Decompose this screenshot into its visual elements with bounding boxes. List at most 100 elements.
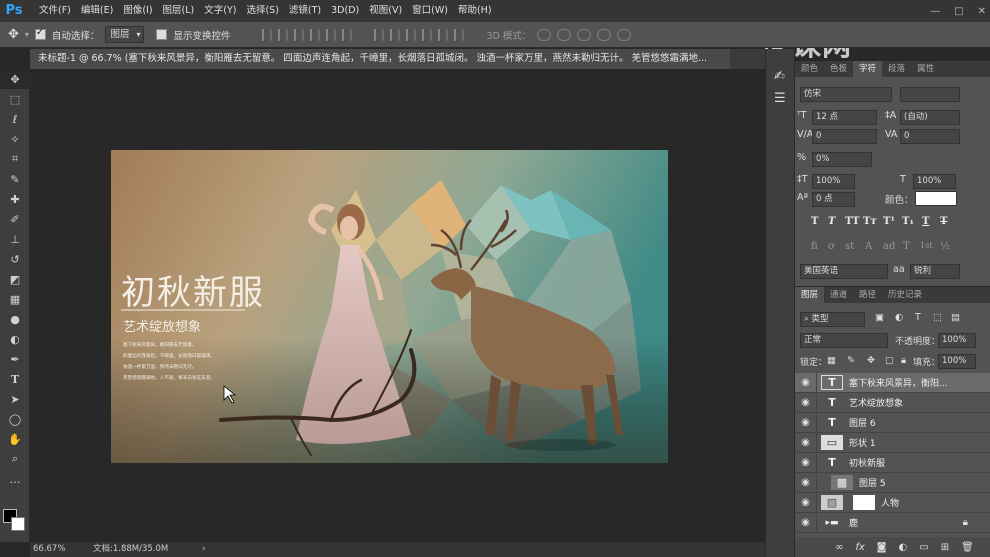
distribute-bottom-icon[interactable]: [406, 28, 417, 41]
menu-layer[interactable]: 图层(L): [158, 0, 200, 22]
brush-tool-icon[interactable]: ✐: [0, 209, 30, 229]
align-right-icon[interactable]: [342, 28, 353, 41]
tab-color[interactable]: 颜色: [795, 61, 824, 77]
visibility-eye-icon[interactable]: ◉: [795, 392, 817, 413]
hand-tool-icon[interactable]: ✋: [0, 429, 30, 449]
ordinals-button[interactable]: 1st: [920, 241, 932, 250]
dodge-tool-icon[interactable]: ◐: [0, 329, 30, 349]
tracking-field[interactable]: 0: [900, 129, 960, 144]
lock-image-icon[interactable]: ✎: [847, 355, 855, 366]
kerning-field[interactable]: 0: [812, 129, 877, 144]
pen-tool-icon[interactable]: ✒: [0, 349, 30, 369]
menu-image[interactable]: 图像(I): [118, 0, 157, 22]
menu-view[interactable]: 视图(V): [364, 0, 407, 22]
3d-roll-icon[interactable]: [557, 28, 572, 41]
tab-swatches[interactable]: 色板: [824, 61, 853, 77]
menu-select[interactable]: 选择(S): [241, 0, 283, 22]
visibility-eye-icon[interactable]: ◉: [795, 512, 817, 533]
lock-position-icon[interactable]: ✥: [867, 355, 875, 366]
3d-orbit-icon[interactable]: [537, 28, 552, 41]
3d-slide-icon[interactable]: [597, 28, 612, 41]
stylistic-alt-button[interactable]: A: [865, 241, 872, 252]
distribute-hcenter-icon[interactable]: [438, 28, 449, 41]
magic-wand-tool-icon[interactable]: ✧: [0, 129, 30, 149]
leading-field[interactable]: (自动): [900, 110, 960, 125]
underline-button[interactable]: T: [922, 216, 929, 227]
tab-paragraph[interactable]: 段落: [882, 61, 911, 77]
path-select-tool-icon[interactable]: ➤: [0, 389, 30, 409]
menu-help[interactable]: 帮助(H): [453, 0, 497, 22]
visibility-eye-icon[interactable]: ◉: [795, 412, 817, 433]
layer-row[interactable]: ◉ ▸▬ 鹿 🔒︎: [795, 512, 990, 533]
filter-shape-icon[interactable]: ⬚: [933, 312, 942, 323]
blend-mode-dropdown[interactable]: 正常: [800, 333, 888, 348]
titling-alt-button[interactable]: ad: [883, 241, 895, 252]
align-bottom-icon[interactable]: [294, 28, 305, 41]
align-top-icon[interactable]: [262, 28, 273, 41]
adjustment-icon[interactable]: ◐: [899, 542, 908, 553]
tab-channels[interactable]: 通道: [824, 287, 853, 303]
layer-row[interactable]: ◉ T 塞下秋来风景异，衡阳...: [795, 372, 990, 393]
tab-layers[interactable]: 图层: [795, 287, 825, 303]
layer-filter-dropdown[interactable]: ⌕ 类型: [800, 312, 865, 327]
new-layer-icon[interactable]: ⊞: [941, 542, 949, 553]
filter-pixel-icon[interactable]: ▣: [875, 312, 884, 323]
tab-history[interactable]: 历史记录: [882, 287, 928, 303]
move-tool-icon[interactable]: ✥: [8, 27, 19, 42]
zoom-level[interactable]: 66.67%: [33, 542, 65, 557]
brush-preset-icon[interactable]: ✍: [774, 69, 785, 84]
adjust-icon[interactable]: ☰: [774, 91, 786, 106]
trash-icon[interactable]: 🗑︎: [961, 542, 974, 553]
ligature-button[interactable]: fi: [811, 241, 818, 252]
maximize-button[interactable]: □: [954, 6, 963, 17]
visibility-eye-icon[interactable]: ◉: [795, 492, 817, 513]
gradient-tool-icon[interactable]: ▦: [0, 289, 30, 309]
tool-preset-chevron-icon[interactable]: ▾: [25, 30, 29, 39]
text-color-swatch[interactable]: [915, 191, 957, 206]
lock-all-icon[interactable]: 🔒︎: [901, 355, 906, 366]
distribute-top-icon[interactable]: [374, 28, 385, 41]
type-tool-icon[interactable]: T: [0, 369, 30, 389]
mask-icon[interactable]: ◙: [877, 542, 887, 553]
history-brush-tool-icon[interactable]: ↺: [0, 249, 30, 269]
baseline-shift-field[interactable]: 0 点: [812, 192, 855, 207]
tab-paths[interactable]: 路径: [853, 287, 882, 303]
menu-type[interactable]: 文字(Y): [199, 0, 241, 22]
fractions-button[interactable]: ½: [940, 241, 950, 252]
superscript-button[interactable]: T¹: [883, 216, 895, 227]
crop-tool-icon[interactable]: ⌗: [0, 149, 30, 169]
menu-filter[interactable]: 滤镜(T): [284, 0, 326, 22]
shape-tool-icon[interactable]: ◯: [0, 409, 30, 429]
visibility-eye-icon[interactable]: ◉: [795, 432, 817, 453]
discretionary-ligature-button[interactable]: ơ: [828, 241, 834, 252]
clone-stamp-tool-icon[interactable]: ⊥: [0, 229, 30, 249]
tsume-field[interactable]: 0%: [812, 152, 872, 167]
visibility-eye-icon[interactable]: ◉: [795, 472, 817, 493]
distribute-vcenter-icon[interactable]: [390, 28, 401, 41]
document-tab[interactable]: 未标题-1 @ 66.7% (塞下秋来风景异，衡阳雁去无留意。 四面边声连角起，…: [30, 49, 730, 69]
align-vcenter-icon[interactable]: [278, 28, 289, 41]
language-dropdown[interactable]: 美国英语: [800, 264, 888, 279]
3d-drag-icon[interactable]: [577, 28, 592, 41]
all-caps-button[interactable]: TT: [845, 216, 860, 227]
distribute-left-icon[interactable]: [422, 28, 433, 41]
fx-icon[interactable]: fx: [855, 542, 864, 553]
link-icon[interactable]: ∞: [835, 542, 843, 553]
small-caps-button[interactable]: Tт: [863, 216, 877, 227]
status-menu-chevron-icon[interactable]: ›: [202, 542, 205, 557]
swash-button[interactable]: st: [845, 241, 854, 252]
font-family-dropdown[interactable]: 仿宋: [800, 87, 892, 102]
visibility-eye-icon[interactable]: ◉: [795, 452, 817, 473]
close-button[interactable]: ✕: [978, 6, 986, 17]
subscript-button[interactable]: T₁: [902, 216, 914, 227]
distribute-right-icon[interactable]: [454, 28, 465, 41]
tab-character[interactable]: 字符: [853, 61, 883, 77]
filter-smart-icon[interactable]: ▤: [951, 312, 960, 323]
menu-window[interactable]: 窗口(W): [407, 0, 453, 22]
horizontal-scale-field[interactable]: 100%: [913, 174, 956, 189]
zoom-tool-icon[interactable]: ⌕: [0, 449, 30, 469]
fill-field[interactable]: 100%: [938, 354, 976, 369]
layer-row[interactable]: ◉ ▩ 图层 5: [795, 472, 990, 493]
filter-adjust-icon[interactable]: ◐: [895, 312, 903, 323]
faux-italic-button[interactable]: T: [828, 216, 835, 227]
